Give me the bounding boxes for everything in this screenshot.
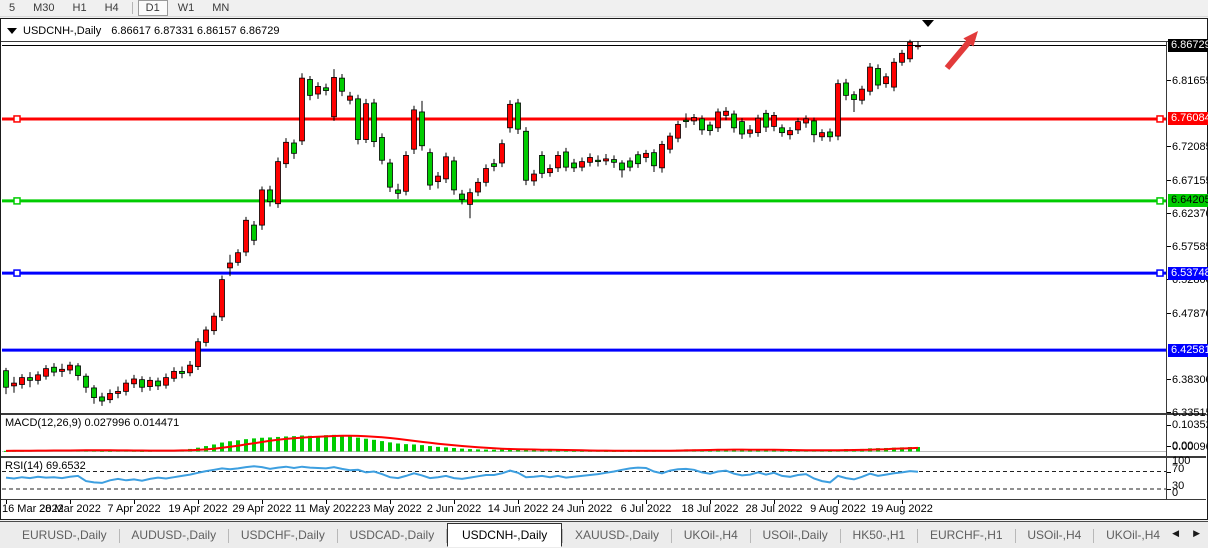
price-axis-tick [1167, 213, 1171, 214]
date-axis-label: 9 Aug 2022 [810, 503, 866, 515]
date-axis-label: 11 May 2022 [295, 503, 358, 515]
timeframe-button-H1[interactable]: H1 [65, 0, 95, 16]
line-price-badge: 6.76084 [1168, 112, 1208, 125]
price-axis-label: 6.47870 [1172, 308, 1208, 320]
tab-ukoil-h4[interactable]: UKOil-,H4 [672, 524, 750, 545]
macd-axis-label: 0.0009609 [1172, 441, 1208, 453]
date-axis-label: 19 Apr 2022 [168, 503, 227, 515]
tab-usoil-h4[interactable]: USOil-,H4 [1015, 524, 1093, 545]
tab-hk50-h1[interactable]: HK50-,H1 [841, 524, 918, 545]
tab-scroll-buttons: ◀▶ [1172, 528, 1200, 539]
date-axis-label: 29 Apr 2022 [232, 503, 291, 515]
date-axis-label: 19 Aug 2022 [871, 503, 933, 515]
price-axis-label: 6.38300 [1172, 374, 1208, 386]
price-axis-label: 6.57585 [1172, 241, 1208, 253]
price-axis-label: 6.62370 [1172, 208, 1208, 220]
tab-usdchf-daily[interactable]: USDCHF-,Daily [229, 524, 337, 545]
indicator-axis-tick [1167, 472, 1171, 473]
chart-title-ohlc-values: 6.86617 6.87331 6.86157 6.86729 [111, 25, 279, 37]
macd-axis-label: 0.10352 [1172, 419, 1208, 431]
date-axis-label: 14 Jun 2022 [488, 503, 549, 515]
current-price-badge: 6.86729 [1168, 39, 1208, 52]
price-axis-label: 6.72085 [1172, 141, 1208, 153]
timeframe-button-5[interactable]: 5 [1, 0, 23, 16]
date-axis-label: 28 Mar 2022 [39, 503, 101, 515]
macd-label: MACD(12,26,9) 0.027996 0.014471 [5, 417, 179, 429]
tab-usoil-daily[interactable]: USOil-,Daily [750, 524, 839, 545]
tab-usdcad-daily[interactable]: USDCAD-,Daily [338, 524, 447, 545]
indicator-axis-tick [1167, 425, 1171, 426]
tab-xauusd-daily[interactable]: XAUUSD-,Daily [563, 524, 671, 545]
timeframe-button-D1[interactable]: D1 [138, 0, 168, 16]
timeframe-button-H4[interactable]: H4 [97, 0, 127, 16]
price-axis-label: 6.33515 [1172, 407, 1208, 419]
chart-title-row: USDCNH-,Daily 6.86617 6.87331 6.86157 6.… [1, 21, 279, 41]
line-price-badge: 6.42581 [1168, 344, 1208, 357]
date-axis-label: 24 Jun 2022 [552, 503, 613, 515]
chart-title-symbol: USDCNH-,Daily [23, 25, 101, 37]
rsi-label: RSI(14) 69.6532 [5, 460, 86, 472]
price-axis-tick [1167, 412, 1171, 413]
line-price-badge: 6.64205 [1168, 194, 1208, 207]
toolbar-separator [132, 2, 133, 14]
tab-scroll-right-button[interactable]: ▶ [1193, 528, 1200, 539]
indicator-axis-tick [1167, 446, 1171, 447]
date-axis-label: 2 Jun 2022 [427, 503, 481, 515]
price-axis-tick [1167, 80, 1171, 81]
tab-scroll-left-button[interactable]: ◀ [1172, 528, 1179, 539]
date-axis-label: 23 May 2022 [358, 503, 422, 515]
price-axis-tick [1167, 146, 1171, 147]
date-axis-label: 7 Apr 2022 [107, 503, 160, 515]
timeframe-button-M30[interactable]: M30 [25, 0, 62, 16]
chart-window: USDCNH-,Daily 6.86617 6.87331 6.86157 6.… [0, 18, 1208, 520]
price-axis-tick [1167, 246, 1171, 247]
tab-ukoil-h4[interactable]: UKOil-,H4 [1094, 524, 1172, 545]
price-axis-tick [1167, 180, 1171, 181]
tab-usdcnh-daily[interactable]: USDCNH-,Daily [447, 523, 562, 547]
date-axis-label: 28 Jul 2022 [746, 503, 803, 515]
timeframe-button-W1[interactable]: W1 [170, 0, 203, 16]
tab-audusd-daily[interactable]: AUDUSD-,Daily [119, 524, 228, 545]
price-axis-tick [1167, 313, 1171, 314]
tab-eurchf-h1[interactable]: EURCHF-,H1 [918, 524, 1015, 545]
rsi-axis-label: 0 [1172, 487, 1178, 499]
price-axis-tick [1167, 379, 1171, 380]
chart-menu-caret-icon[interactable] [7, 28, 17, 34]
rsi-axis-label: 70 [1172, 463, 1184, 475]
price-axis-label: 6.81655 [1172, 75, 1208, 87]
indicator-axis-tick [1167, 489, 1171, 490]
timeframe-button-MN[interactable]: MN [204, 0, 237, 16]
price-axis-label: 6.67155 [1172, 175, 1208, 187]
tab-eurusd-daily[interactable]: EURUSD-,Daily [10, 524, 119, 545]
line-price-badge: 6.53748 [1168, 267, 1208, 280]
date-axis-label: 18 Jul 2022 [682, 503, 739, 515]
date-axis-label: 6 Jul 2022 [621, 503, 672, 515]
symbol-tabbar: EURUSD-,DailyAUDUSD-,DailyUSDCHF-,DailyU… [0, 521, 1208, 548]
timeframe-toolbar: 5M30H1H4 D1W1MN [0, 0, 1208, 17]
